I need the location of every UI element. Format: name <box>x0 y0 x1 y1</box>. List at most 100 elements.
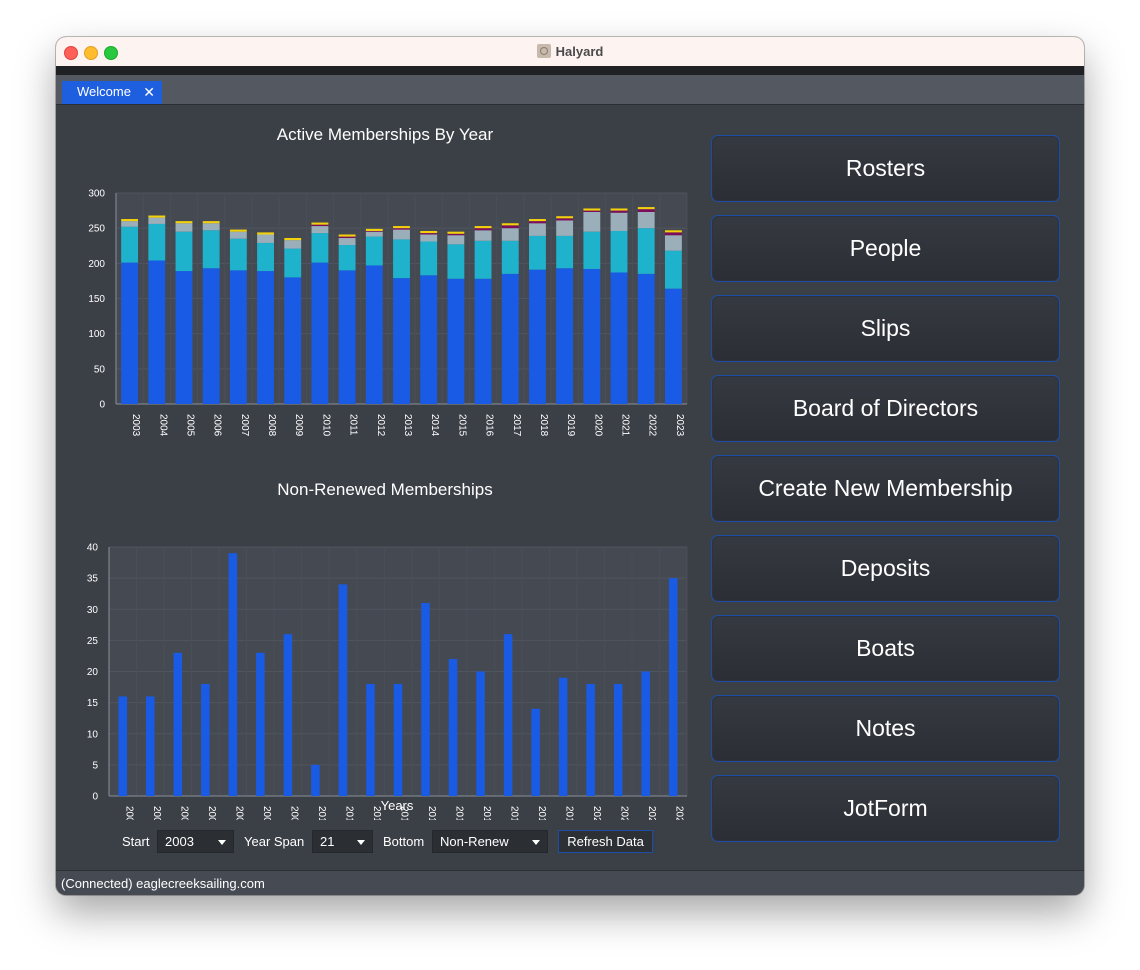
bar <box>501 228 519 241</box>
people-button[interactable]: People <box>711 215 1060 282</box>
bottom-chart-value: Non-Renew <box>440 834 509 849</box>
x-tick-label: 2018 <box>538 414 549 437</box>
rosters-button[interactable]: Rosters <box>711 135 1060 202</box>
bar <box>338 245 356 271</box>
bar <box>284 238 302 241</box>
x-tick-label: 2010 <box>320 414 331 437</box>
bar <box>664 235 682 251</box>
x-tick-label: 2018 <box>536 806 547 820</box>
bar <box>257 232 274 235</box>
chart-title: Active Memberships By Year <box>277 125 494 144</box>
bar <box>393 226 410 229</box>
bar <box>610 210 628 213</box>
x-tick-label: 2016 <box>481 806 492 820</box>
bar <box>476 671 485 796</box>
x-tick-label: 2022 <box>647 414 658 437</box>
refresh-data-button[interactable]: Refresh Data <box>558 830 653 853</box>
bar <box>664 288 682 404</box>
window-title-text: Halyard <box>555 44 604 59</box>
y-tick-label: 150 <box>88 294 105 305</box>
bar <box>641 671 650 796</box>
jotform-button[interactable]: JotForm <box>711 775 1060 842</box>
bar <box>668 578 678 796</box>
bar <box>447 231 465 234</box>
start-year-select[interactable]: 2003 <box>157 830 234 853</box>
bar <box>474 240 492 279</box>
bottom-chart-select[interactable]: Non-Renew <box>432 830 548 853</box>
bar <box>256 652 265 796</box>
bar <box>637 207 655 210</box>
bar <box>558 677 568 796</box>
bar <box>257 271 274 404</box>
bar <box>118 696 128 796</box>
bar <box>338 236 356 239</box>
x-tick-label: 2017 <box>511 414 522 437</box>
bar <box>201 683 210 796</box>
bar <box>447 233 465 236</box>
x-tick-label: 2023 <box>674 414 685 437</box>
y-tick-label: 35 <box>87 574 99 585</box>
bar <box>175 221 193 224</box>
bar <box>529 235 546 270</box>
x-tick-label: 2004 <box>157 414 168 437</box>
y-tick-label: 15 <box>87 698 99 709</box>
bar <box>338 238 356 246</box>
x-tick-label: 2012 <box>375 414 386 437</box>
bar <box>503 634 513 796</box>
deposits-button[interactable]: Deposits <box>711 535 1060 602</box>
chevron-down-icon <box>532 840 540 845</box>
bar <box>556 235 574 269</box>
bar <box>556 218 574 221</box>
bar <box>121 262 139 404</box>
bar <box>583 268 601 404</box>
title-bar: Halyard <box>56 37 1084 67</box>
x-tick-label: 2021 <box>620 414 631 437</box>
x-tick-label: 2003 <box>130 414 141 437</box>
bar <box>228 553 238 796</box>
bar <box>338 270 356 404</box>
tab-welcome[interactable]: Welcome ✕ <box>62 81 162 104</box>
y-tick-label: 30 <box>87 605 99 616</box>
y-tick-label: 0 <box>99 400 105 411</box>
tab-welcome-label: Welcome <box>77 84 131 99</box>
x-tick-label: 2005 <box>178 806 189 820</box>
create-new-membership-button[interactable]: Create New Membership <box>711 455 1060 522</box>
bar <box>393 239 410 279</box>
bar <box>365 265 383 404</box>
bar <box>637 209 655 212</box>
bar <box>637 228 655 274</box>
boats-button[interactable]: Boats <box>711 615 1060 682</box>
x-tick-label: 2019 <box>564 806 575 820</box>
bar <box>610 208 628 211</box>
x-tick-label: 2010 <box>316 806 327 820</box>
x-tick-label: 2008 <box>266 414 277 437</box>
app-icon <box>536 44 551 58</box>
bar <box>529 221 546 224</box>
bar <box>610 272 628 404</box>
bar <box>202 268 220 404</box>
bar <box>284 240 302 249</box>
bar <box>121 219 139 222</box>
tab-close-icon[interactable]: ✕ <box>143 81 155 103</box>
chevron-down-icon <box>218 840 226 845</box>
start-label: Start <box>122 834 150 849</box>
y-tick-label: 200 <box>88 259 105 270</box>
x-tick-label: 2006 <box>206 806 217 820</box>
notes-button[interactable]: Notes <box>711 695 1060 762</box>
active-memberships-chart: Active Memberships By Year 0 50 100 150 200 2… <box>88 125 688 437</box>
y-tick-label: 40 <box>87 543 99 554</box>
bar <box>420 241 438 276</box>
bar <box>148 215 166 218</box>
x-tick-label: 2007 <box>239 414 250 437</box>
year-span-select[interactable]: 21 <box>312 830 373 853</box>
bar <box>531 708 540 796</box>
x-tick-label: 2015 <box>454 806 465 820</box>
slips-button[interactable]: Slips <box>711 295 1060 362</box>
y-tick-label: 50 <box>94 364 106 375</box>
bar <box>311 764 320 796</box>
x-tick-label: 2016 <box>484 414 495 437</box>
bar <box>148 260 166 404</box>
bar <box>474 230 492 241</box>
board-of-directors-button[interactable]: Board of Directors <box>711 375 1060 442</box>
bar <box>447 235 465 245</box>
